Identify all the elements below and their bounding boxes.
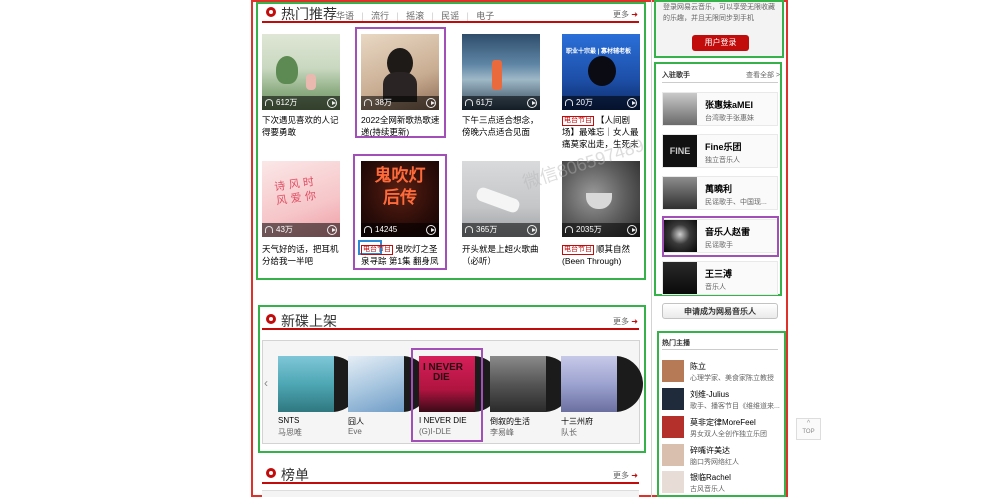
hot-tags: 华语 | 流行 | 摇滚 | 民谣 | 电子: [336, 11, 495, 21]
avatar: FINE: [663, 135, 697, 167]
tag-rock[interactable]: 摇滚: [406, 11, 424, 21]
tag-chinese[interactable]: 华语: [336, 11, 354, 21]
singer-item[interactable]: 张惠妹aMEI 台湾歌手张惠妹: [662, 92, 778, 126]
radio-tag: 电台节目: [562, 245, 594, 255]
album-card-1[interactable]: [278, 356, 360, 412]
login-text: 登录网易云音乐，可以享受无限收藏的乐趣，并且无限同步到手机: [663, 4, 775, 22]
album-artist[interactable]: 李易峰: [490, 427, 514, 438]
playlist-title[interactable]: 下午三点适合想念，傍晚六点适合见面: [462, 114, 542, 138]
play-count-bar: 2035万: [562, 223, 640, 237]
login-button[interactable]: 用户登录: [692, 35, 749, 51]
headphone-icon: [265, 226, 273, 233]
host-item[interactable]: 莫非定律MoreFeel 男女双人全创作独立乐团: [662, 416, 780, 440]
playlist-title[interactable]: 开头就是上超火歌曲（必听）: [462, 243, 542, 267]
playlist-title-radio[interactable]: 电台节目 顺其自然 (Been Through): [562, 243, 642, 267]
album-card-5[interactable]: [561, 356, 643, 412]
album-artist[interactable]: Eve: [348, 427, 362, 436]
section-divider: [262, 328, 639, 330]
playlist-title[interactable]: 天气好的话，把耳机分给我一半吧: [262, 243, 342, 267]
playlist-card-3[interactable]: 61万: [462, 34, 540, 110]
back-to-top-button[interactable]: ^ TOP: [796, 418, 821, 440]
playlist-card-1[interactable]: 612万: [262, 34, 340, 110]
section-divider: [262, 21, 639, 23]
tag-pop[interactable]: 流行: [371, 11, 389, 21]
play-count-bar: 365万: [462, 223, 540, 237]
section-circle-icon: [266, 314, 276, 324]
play-icon[interactable]: [327, 98, 337, 108]
singers-title: 入驻歌手: [662, 72, 690, 79]
album-artist[interactable]: (G)I-DLE: [419, 427, 451, 436]
tag-electronic[interactable]: 电子: [476, 11, 494, 21]
play-icon[interactable]: [627, 98, 637, 108]
section-circle-icon: [266, 7, 276, 17]
section-divider: [662, 349, 778, 350]
avatar: [662, 416, 684, 438]
section-divider: [662, 82, 778, 83]
album-name[interactable]: SNTS: [278, 416, 299, 425]
avatar: [662, 360, 684, 382]
avatar: [663, 93, 697, 125]
headphone-icon: [565, 226, 573, 233]
play-icon[interactable]: [527, 98, 537, 108]
chart-area: [262, 490, 639, 497]
playlist-title[interactable]: 下次遇见喜欢的人记得要勇敢: [262, 114, 342, 138]
avatar: [663, 177, 697, 209]
album-artist[interactable]: 马思唯: [278, 427, 302, 438]
avatar: [662, 388, 684, 410]
singers-view-all[interactable]: 查看全部 >: [746, 70, 780, 80]
play-icon[interactable]: [527, 225, 537, 235]
headphone-icon: [465, 226, 473, 233]
play-count-bar: 61万: [462, 96, 540, 110]
headphone-icon: [565, 99, 573, 106]
radio-tag: 电台节目: [562, 116, 594, 126]
highlight-box-singer-4: [662, 216, 779, 257]
album-artist[interactable]: 队长: [561, 427, 577, 438]
avatar: [662, 471, 684, 493]
play-icon[interactable]: [327, 225, 337, 235]
play-count-bar: 43万: [262, 223, 340, 237]
host-item[interactable]: 刘维-Julius 歌手、播客节目《维维道来...: [662, 388, 780, 412]
apply-musician-button[interactable]: 申请成为网易音乐人: [662, 303, 778, 319]
singer-item[interactable]: 王三溥 音乐人: [662, 261, 778, 295]
playlist-card-5[interactable]: 诗 风 时风 爱 你 43万: [262, 161, 340, 237]
hot-more-link[interactable]: 更多 ➜: [613, 9, 638, 20]
playlist-title-radio[interactable]: 电台节目鬼吹灯之圣泉寻踪 第1集 翻身凤凰: [361, 243, 443, 267]
play-count-bar: 612万: [262, 96, 340, 110]
headphone-icon: [465, 99, 473, 106]
avatar: [663, 262, 697, 294]
album-name[interactable]: I NEVER DIE: [419, 416, 467, 425]
singer-item[interactable]: FINE Fine乐团 独立音乐人: [662, 134, 778, 168]
play-count-bar: 20万: [562, 96, 640, 110]
host-item[interactable]: 银临Rachel 古风音乐人: [662, 471, 780, 495]
section-circle-icon: [266, 468, 276, 478]
host-item[interactable]: 陈立 心理学家、美食家陈立教授: [662, 360, 780, 384]
playlist-title[interactable]: 2022全网新歌热歌速递(持续更新): [361, 114, 441, 138]
play-icon[interactable]: [627, 225, 637, 235]
arrow-up-icon: ^: [806, 420, 811, 427]
chart-more-link[interactable]: 更多 ➜: [613, 470, 638, 481]
album-name[interactable]: 倒叙的生活: [490, 416, 530, 427]
playlist-card-4[interactable]: 职业十宗最 | 寡材辅老板 20万: [562, 34, 640, 110]
radio-tag: 电台节目: [361, 245, 393, 255]
album-name[interactable]: 囧人: [348, 416, 364, 427]
tag-folk[interactable]: 民谣: [441, 11, 459, 21]
album-card-4[interactable]: [490, 356, 572, 412]
carousel-prev-arrow[interactable]: ‹: [264, 376, 268, 390]
albums-more-link[interactable]: 更多 ➜: [613, 316, 638, 327]
sidebar-divider: [651, 0, 652, 497]
album-name[interactable]: 十三州府: [561, 416, 593, 427]
hosts-title: 热门主播: [662, 340, 690, 347]
headphone-icon: [265, 99, 273, 106]
host-item[interactable]: 碎嘴许美达 脑口秀网络红人: [662, 444, 780, 468]
album-card-2[interactable]: [348, 356, 430, 412]
section-divider: [262, 482, 639, 484]
singer-item[interactable]: 萬曉利 民谣歌手、中国现...: [662, 176, 778, 210]
avatar: [662, 444, 684, 466]
